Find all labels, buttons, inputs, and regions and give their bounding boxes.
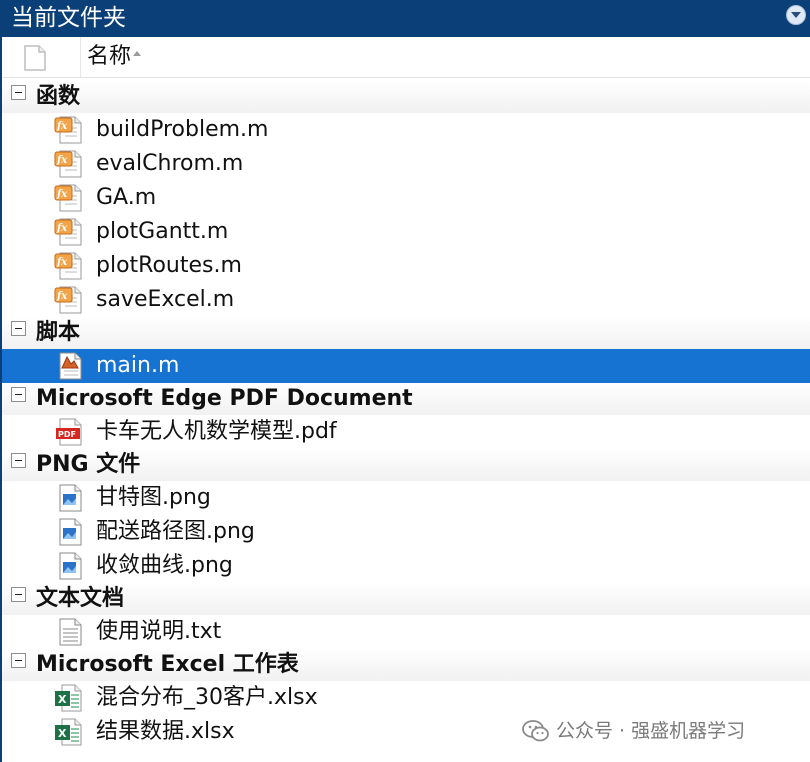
svg-text:PDF: PDF xyxy=(58,430,76,439)
sort-ascending-icon xyxy=(133,51,142,56)
name-column-label: 名称 xyxy=(87,44,132,69)
watermark-text: 公众号 · 强盛机器学习 xyxy=(556,720,746,742)
group-header[interactable]: 文本文档 xyxy=(2,583,810,615)
group-label: 脚本 xyxy=(36,320,81,345)
panel-title-bar: 当前文件夹 xyxy=(0,0,810,37)
svg-text:fx: fx xyxy=(56,291,68,302)
svg-text:fx: fx xyxy=(56,189,68,200)
matlab-function-icon: fx xyxy=(54,149,84,179)
name-column-header[interactable]: 名称 xyxy=(87,42,142,72)
matlab-function-icon: fx xyxy=(54,183,84,213)
group-header[interactable]: 函数 xyxy=(2,81,810,113)
matlab-script-icon xyxy=(54,351,84,381)
file-name: 配送路径图.png xyxy=(96,519,255,544)
file-name: GA.m xyxy=(96,185,157,210)
group-label: Microsoft Excel 工作表 xyxy=(36,652,299,677)
file-name: 混合分布_30客户.xlsx xyxy=(96,685,318,710)
file-row[interactable]: 配送路径图.png xyxy=(2,515,810,549)
png-image-icon xyxy=(54,551,84,581)
group-header[interactable]: Microsoft Edge PDF Document xyxy=(2,383,810,415)
file-name: 卡车无人机数学模型.pdf xyxy=(96,419,337,444)
file-row[interactable]: 收敛曲线.png xyxy=(2,549,810,583)
group-header[interactable]: Microsoft Excel 工作表 xyxy=(2,649,810,681)
file-row[interactable]: main.m xyxy=(2,349,810,383)
collapse-group-icon[interactable] xyxy=(11,387,26,402)
file-name: 使用说明.txt xyxy=(96,619,222,644)
file-row[interactable]: fx buildProblem.m xyxy=(2,113,810,147)
group-header[interactable]: PNG 文件 xyxy=(2,449,810,481)
file-type-column-icon[interactable] xyxy=(24,45,46,71)
group-header[interactable]: 脚本 xyxy=(2,317,810,349)
matlab-function-icon: fx xyxy=(54,217,84,247)
group-label: 函数 xyxy=(36,84,81,109)
file-name: saveExcel.m xyxy=(96,287,235,312)
file-row[interactable]: 甘特图.png xyxy=(2,481,810,515)
collapse-group-icon[interactable] xyxy=(11,85,26,100)
file-name: 结果数据.xlsx xyxy=(96,719,235,744)
group-label: Microsoft Edge PDF Document xyxy=(36,386,413,411)
matlab-function-icon: fx xyxy=(54,251,84,281)
svg-text:X: X xyxy=(58,693,67,706)
svg-text:X: X xyxy=(58,727,67,740)
pdf-icon: PDF xyxy=(54,417,84,447)
svg-text:fx: fx xyxy=(56,223,68,234)
svg-text:fx: fx xyxy=(56,121,68,132)
file-row[interactable]: fx saveExcel.m xyxy=(2,283,810,317)
file-row[interactable]: fx plotRoutes.m xyxy=(2,249,810,283)
png-image-icon xyxy=(54,517,84,547)
panel-title: 当前文件夹 xyxy=(11,5,126,31)
collapse-group-icon[interactable] xyxy=(11,321,26,336)
text-document-icon xyxy=(54,617,84,647)
file-row[interactable]: fx GA.m xyxy=(2,181,810,215)
svg-text:fx: fx xyxy=(56,257,68,268)
png-image-icon xyxy=(54,483,84,513)
panel-menu-button[interactable] xyxy=(786,5,806,25)
matlab-function-icon: fx xyxy=(54,285,84,315)
file-name: plotGantt.m xyxy=(96,219,229,244)
file-name: plotRoutes.m xyxy=(96,253,242,278)
group-label: PNG 文件 xyxy=(36,452,141,477)
collapse-group-icon[interactable] xyxy=(11,453,26,468)
file-name: evalChrom.m xyxy=(96,151,244,176)
file-row[interactable]: X 混合分布_30客户.xlsx xyxy=(2,681,810,715)
column-header: 名称 xyxy=(0,37,810,78)
file-name: 甘特图.png xyxy=(96,485,211,510)
wechat-icon xyxy=(522,719,550,743)
file-row[interactable]: 使用说明.txt xyxy=(2,615,810,649)
svg-text:fx: fx xyxy=(56,155,68,166)
collapse-group-icon[interactable] xyxy=(11,587,26,602)
watermark: 公众号 · 强盛机器学习 xyxy=(522,716,745,746)
file-row[interactable]: PDF 卡车无人机数学模型.pdf xyxy=(2,415,810,449)
group-label: 文本文档 xyxy=(36,586,125,611)
matlab-function-icon: fx xyxy=(54,115,84,145)
file-row[interactable]: fx evalChrom.m xyxy=(2,147,810,181)
file-name: buildProblem.m xyxy=(96,117,269,142)
file-name: 收敛曲线.png xyxy=(96,553,233,578)
excel-icon: X xyxy=(54,717,84,747)
collapse-group-icon[interactable] xyxy=(11,653,26,668)
file-name: main.m xyxy=(96,353,180,378)
file-row[interactable]: fx plotGantt.m xyxy=(2,215,810,249)
excel-icon: X xyxy=(54,683,84,713)
column-separator[interactable] xyxy=(80,37,81,77)
